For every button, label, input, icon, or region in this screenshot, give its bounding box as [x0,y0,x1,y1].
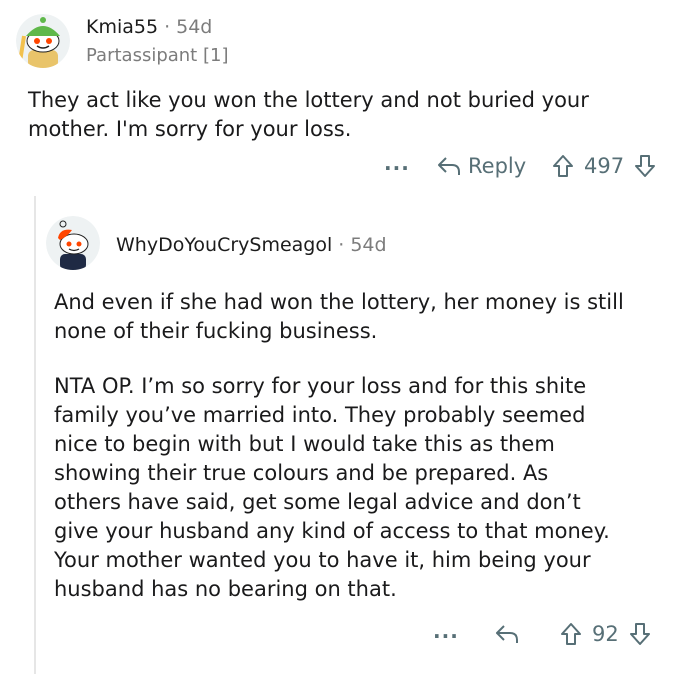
thread-line[interactable] [34,196,36,674]
reply-button[interactable]: Reply [436,154,526,178]
reply-arrow-icon [496,625,518,643]
snoo-avatar-icon [16,14,70,68]
user-flair: Partassipant [1] [86,45,229,66]
upvote-icon[interactable] [560,622,582,646]
snoo-avatar-icon [46,216,100,270]
reply-button[interactable] [494,622,520,646]
reply-arrow-icon [438,157,460,175]
vote-score: 497 [584,154,625,178]
meta-separator: · [164,16,171,38]
comment-body: They act like you won the lottery and no… [28,88,589,141]
meta-separator: · [338,234,345,256]
reply-avatar[interactable] [46,216,100,270]
more-options-button[interactable]: ··· [433,624,459,648]
upvote-icon[interactable] [552,154,574,178]
downvote-icon[interactable] [629,622,651,646]
vote-score: 92 [592,622,619,646]
reply-paragraph-2: NTA OP. I’m so sorry for your loss and f… [54,374,610,601]
reply-paragraph-1: And even if she had won the lottery, her… [54,290,624,343]
reply-label: Reply [468,154,527,178]
comment-username[interactable]: Kmia55 [86,16,158,38]
avatar[interactable] [16,14,70,68]
more-options-button[interactable]: ··· [384,156,410,180]
vote-controls: 92 [560,622,651,646]
comment-age: 54d [176,16,213,38]
vote-controls: 497 [552,154,656,178]
reply-age: 54d [350,234,387,256]
downvote-icon[interactable] [634,154,656,178]
reply-username[interactable]: WhyDoYouCrySmeagol [116,234,332,256]
